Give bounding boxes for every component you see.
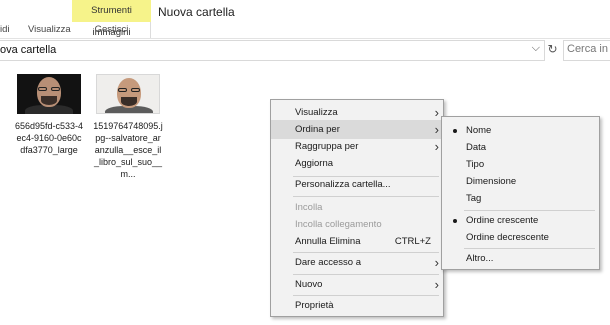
ribbon-divider — [150, 22, 151, 38]
file-item[interactable]: 656d95fd-c533-4ec4-9160-0e60cdfa3770_lar… — [14, 74, 84, 156]
radio-bullet-icon — [453, 129, 457, 133]
file-name: 656d95fd-c533-4ec4-9160-0e60cdfa3770_lar… — [14, 121, 84, 155]
menu-item-nuovo[interactable]: Nuovo › — [271, 275, 443, 294]
sort-item-altro[interactable]: Altro... — [442, 249, 599, 268]
refresh-button[interactable]: ↻ — [545, 40, 560, 59]
tab-share[interactable]: idi — [0, 24, 10, 35]
sort-submenu: Nome Data Tipo Dimensione Tag Ordine cre… — [441, 116, 600, 270]
tab-manage[interactable]: Gestisci — [72, 24, 151, 35]
search-input[interactable] — [564, 41, 610, 57]
shortcut-label: CTRL+Z — [394, 236, 431, 247]
menu-item-aggiorna[interactable]: Aggiorna — [271, 154, 443, 173]
file-thumbnail — [17, 74, 81, 114]
sort-item-tag[interactable]: Tag — [442, 189, 599, 208]
refresh-icon: ↻ — [547, 42, 558, 56]
ribbon: idi Visualizza Strumenti immagini Gestis… — [0, 0, 610, 39]
file-thumbnail — [96, 74, 160, 114]
picture-tools-header: Strumenti immagini — [72, 0, 151, 38]
sort-item-ordine-decrescente[interactable]: Ordine decrescente — [442, 228, 599, 247]
address-path: ova cartella — [0, 44, 57, 56]
search-box[interactable] — [563, 40, 610, 61]
window-title: Nuova cartella — [158, 5, 235, 19]
menu-item-dare-accesso[interactable]: Dare accesso a › — [271, 253, 443, 272]
address-row: ova cartella ⌵ ↻ — [0, 40, 610, 61]
tab-view[interactable]: Visualizza — [28, 24, 71, 35]
picture-tools-title: Strumenti immagini — [91, 5, 132, 38]
menu-item-proprieta[interactable]: Proprietà — [271, 296, 443, 315]
context-menu: Visualizza › Ordina per › Raggruppa per … — [270, 99, 444, 317]
chevron-down-icon[interactable]: ⌵ — [532, 42, 540, 55]
address-bar[interactable]: ova cartella ⌵ — [0, 40, 545, 61]
radio-bullet-icon — [453, 219, 457, 223]
file-item[interactable]: 1519764748095.jpg--salvatore_aranzulla__… — [93, 74, 163, 180]
chevron-right-icon: › — [434, 255, 439, 270]
chevron-right-icon: › — [434, 277, 439, 292]
picture-tools-group: Strumenti immagini Gestisci — [72, 0, 151, 38]
file-name: 1519764748095.jpg--salvatore_aranzulla__… — [93, 121, 163, 179]
menu-item-personalizza-cartella[interactable]: Personalizza cartella... — [271, 175, 443, 194]
menu-item-annulla-elimina[interactable]: Annulla Elimina CTRL+Z — [271, 232, 443, 251]
menu-separator — [293, 196, 439, 197]
